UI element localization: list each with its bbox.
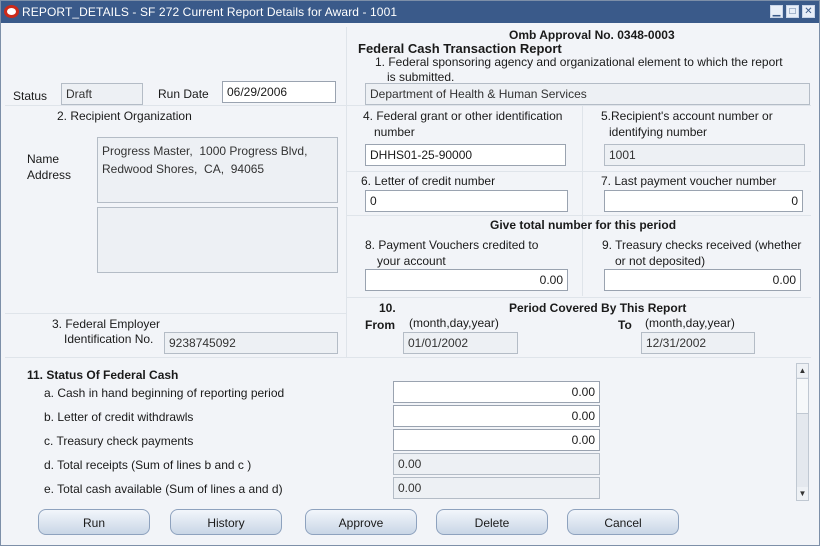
grant-number-field[interactable] <box>365 144 566 166</box>
scroll-up-icon[interactable]: ▲ <box>797 364 808 377</box>
employer-id-label: 3. Federal Employer <box>52 317 161 331</box>
title-bar[interactable]: REPORT_DETAILS - SF 272 Current Report D… <box>1 1 819 23</box>
run-date-field[interactable] <box>222 81 336 103</box>
employer-id-field[interactable] <box>164 332 338 354</box>
status-field[interactable] <box>61 83 143 105</box>
item8-label: 8. Payment Vouchers credited to <box>365 238 539 252</box>
item5-label-cont: identifying number <box>609 125 708 139</box>
from-label: From <box>365 318 395 332</box>
item9-label-cont: or not deposited) <box>615 254 706 268</box>
cash-row-label: a. Cash in hand beginning of reporting p… <box>44 386 285 400</box>
period-number: 10. <box>379 301 396 315</box>
omb-approval-number: Omb Approval No. 0348-0003 <box>509 28 675 42</box>
account-number-field[interactable] <box>604 144 805 166</box>
cancel-button[interactable]: Cancel <box>567 509 679 535</box>
report-title: Federal Cash Transaction Report <box>358 41 562 56</box>
row-divider <box>5 313 347 314</box>
vertical-scrollbar[interactable]: ▲ ▼ <box>796 363 809 501</box>
to-hint: (month,day,year) <box>645 316 735 330</box>
report-details-window: REPORT_DETAILS - SF 272 Current Report D… <box>0 0 820 546</box>
scroll-thumb[interactable] <box>797 378 808 414</box>
item4-label: 4. Federal grant or other identification <box>363 109 563 123</box>
cash-row-label: d. Total receipts (Sum of lines b and c … <box>44 458 252 472</box>
payment-vouchers-field[interactable] <box>365 269 568 291</box>
total-receipts-field[interactable] <box>393 453 600 475</box>
column-divider <box>582 106 583 296</box>
item1-label: 1. Federal sponsoring agency and organiz… <box>375 55 783 69</box>
run-button[interactable]: Run <box>38 509 150 535</box>
to-label: To <box>618 318 632 332</box>
cash-in-hand-field[interactable] <box>393 381 600 403</box>
address-label: Address <box>27 168 72 182</box>
loc-withdrawals-field[interactable] <box>393 405 600 427</box>
run-date-label: Run Date <box>158 87 209 101</box>
item8-label-cont: your account <box>377 254 446 268</box>
address-extra-field[interactable] <box>97 207 338 273</box>
row-divider <box>347 215 811 216</box>
item6-label: 6. Letter of credit number <box>361 174 496 188</box>
status-label: Status <box>13 89 48 103</box>
row-divider <box>347 297 811 298</box>
item1-label-cont: is submitted. <box>387 70 455 84</box>
row-divider <box>347 171 811 172</box>
treasury-payments-field[interactable] <box>393 429 600 451</box>
item9-label: 9. Treasury checks received (whether <box>602 238 802 252</box>
section-divider <box>5 357 811 358</box>
history-button[interactable]: History <box>170 509 282 535</box>
window-title: REPORT_DETAILS - SF 272 Current Report D… <box>22 5 398 19</box>
column-divider <box>346 27 347 357</box>
period-title: Period Covered By This Report <box>509 301 687 315</box>
item4-label-cont: number <box>374 125 415 139</box>
oracle-logo-icon <box>4 5 19 18</box>
agency-field[interactable] <box>365 83 810 105</box>
row-divider <box>5 105 811 106</box>
cash-row-label: c. Treasury check payments <box>44 434 194 448</box>
scroll-down-icon[interactable]: ▼ <box>797 487 808 500</box>
cash-row-label: b. Letter of credit withdrawls <box>44 410 194 424</box>
minimize-icon[interactable]: ▁ <box>770 5 783 18</box>
close-icon[interactable]: ✕ <box>802 5 815 18</box>
total-cash-field[interactable] <box>393 477 600 499</box>
letter-of-credit-field[interactable] <box>365 190 568 212</box>
item7-label: 7. Last payment voucher number <box>601 174 777 188</box>
from-hint: (month,day,year) <box>409 316 499 330</box>
cash-row-label: e. Total cash available (Sum of lines a … <box>44 482 283 496</box>
period-to-field[interactable] <box>641 332 755 354</box>
name-address-field[interactable]: Progress Master, 1000 Progress Blvd, Red… <box>97 137 338 203</box>
item5-label: 5.Recipient's account number or <box>601 109 773 123</box>
approve-button[interactable]: Approve <box>305 509 417 535</box>
treasury-checks-field[interactable] <box>604 269 801 291</box>
period-from-field[interactable] <box>403 332 518 354</box>
status-cash-heading: 11. Status Of Federal Cash <box>27 368 179 382</box>
name-label: Name <box>27 152 60 166</box>
last-voucher-field[interactable] <box>604 190 803 212</box>
employer-id-label-cont: Identification No. <box>64 332 154 346</box>
recipient-org-heading: 2. Recipient Organization <box>57 109 192 123</box>
give-total-heading: Give total number for this period <box>490 218 677 232</box>
maximize-icon[interactable]: □ <box>786 5 799 18</box>
delete-button[interactable]: Delete <box>436 509 548 535</box>
